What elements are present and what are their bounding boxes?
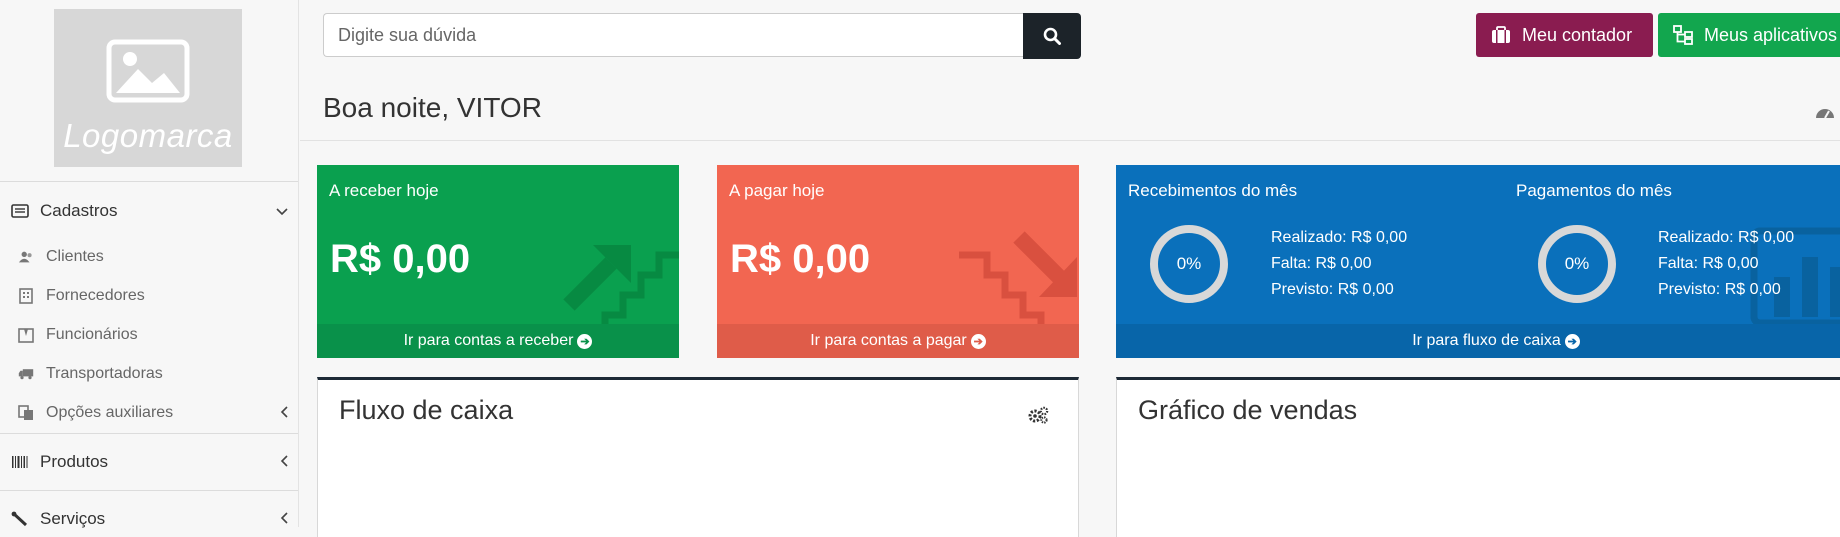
meu-contador-label: Meu contador (1522, 24, 1633, 45)
pagar-hoje-card: A pagar hoje R$ 0,00 Ir para contas a pa… (717, 165, 1079, 358)
users-icon (18, 249, 34, 265)
arrow-circle-right-icon: ➔ (970, 333, 986, 349)
menu-section-produtos[interactable]: Produtos (0, 446, 298, 478)
sidebar-item-label: Opções auxiliares (46, 404, 174, 421)
fluxo-caixa-link[interactable]: Ir para fluxo de caixa ➔ (1116, 324, 1840, 358)
sidebar-item-transportadoras[interactable]: Transportadoras (0, 361, 298, 387)
sidebar-item-label: Clientes (46, 248, 104, 265)
sitemap-icon (1672, 24, 1694, 46)
arrow-circle-right-icon: ➔ (1564, 333, 1580, 349)
meus-aplicativos-label: Meus aplicativos (1704, 24, 1838, 45)
recebimentos-falta: Falta: R$ 0,00 (1271, 255, 1372, 272)
sidebar: Logomarca Cadastros Clientes Fornecedore… (0, 0, 299, 528)
panel-title: Fluxo de caixa (339, 395, 514, 425)
search-bar (323, 13, 1082, 59)
menu-divider (0, 433, 298, 434)
chevron-down-icon (276, 203, 288, 219)
menu-section-label: Cadastros (40, 201, 118, 220)
sidebar-item-clientes[interactable]: Clientes (0, 244, 298, 270)
sidebar-item-label: Funcionários (46, 326, 138, 343)
logo[interactable]: Logomarca (54, 9, 242, 167)
truck-icon (18, 366, 34, 382)
pagamentos-title: Pagamentos do mês (1516, 181, 1672, 200)
menu-section-cadastros[interactable]: Cadastros (0, 195, 298, 227)
suit-icon (18, 327, 34, 343)
sidebar-item-funcionarios[interactable]: Funcionários (0, 322, 298, 348)
sidebar-item-label: Transportadoras (46, 365, 163, 382)
gears-icon[interactable] (1027, 406, 1049, 424)
id-card-icon (11, 204, 29, 218)
menu-section-servicos[interactable]: Serviços (0, 503, 298, 535)
contas-receber-link[interactable]: Ir para contas a receber ➔ (317, 324, 679, 358)
recebimentos-title: Recebimentos do mês (1128, 181, 1298, 200)
card-title: A pagar hoje (729, 181, 825, 200)
fluxo-mes-card: Recebimentos do mês 0% Realizado: R$ 0,0… (1116, 165, 1840, 358)
panel-title: Gráfico de vendas (1138, 395, 1358, 425)
recebimentos-percent: 0% (1176, 254, 1202, 273)
sidebar-item-fornecedores[interactable]: Fornecedores (0, 283, 298, 309)
fluxo-caixa-panel: Fluxo de caixa (317, 377, 1079, 537)
chevron-left-icon (280, 511, 288, 527)
pagamentos-realizado: Realizado: R$ 0,00 (1658, 229, 1795, 246)
meu-contador-button[interactable]: Meu contador (1476, 13, 1653, 57)
menu-section-label: Produtos (40, 452, 109, 471)
chevron-left-icon (280, 405, 288, 421)
search-button[interactable] (1023, 13, 1081, 59)
briefcase-icon (1490, 24, 1512, 46)
recebimentos-previsto: Previsto: R$ 0,00 (1271, 281, 1394, 298)
page-title: Boa noite, VITOR (323, 92, 542, 123)
card-value: R$ 0,00 (330, 237, 471, 281)
menu-section-label: Serviços (40, 509, 106, 528)
link-label: Ir para fluxo de caixa (1412, 332, 1561, 349)
logo-text: Logomarca (63, 117, 233, 154)
menu-divider (0, 490, 298, 491)
menu-divider (0, 181, 298, 182)
pagamentos-percent: 0% (1564, 254, 1590, 273)
pagamentos-previsto: Previsto: R$ 0,00 (1658, 281, 1781, 298)
card-value: R$ 0,00 (730, 237, 871, 281)
link-label: Ir para contas a pagar (810, 332, 967, 349)
header-divider (300, 140, 1840, 141)
image-icon (106, 39, 190, 103)
barcode-icon (11, 455, 29, 469)
sidebar-item-opcoes-auxiliares[interactable]: Opções auxiliares (0, 400, 298, 426)
recebimentos-donut: 0% (1150, 225, 1228, 303)
link-label: Ir para contas a receber (403, 332, 574, 349)
search-icon (1043, 27, 1061, 45)
chevron-left-icon (280, 454, 288, 470)
search-input[interactable] (323, 13, 1023, 57)
card-title: A receber hoje (329, 181, 439, 200)
files-icon (18, 405, 34, 421)
pagamentos-falta: Falta: R$ 0,00 (1658, 255, 1759, 272)
pagamentos-donut: 0% (1538, 225, 1616, 303)
meus-aplicativos-button[interactable]: Meus aplicativos (1658, 13, 1840, 57)
wrench-icon (11, 511, 29, 527)
arrow-circle-right-icon: ➔ (577, 333, 593, 349)
receber-hoje-card: A receber hoje R$ 0,00 Ir para contas a … (317, 165, 679, 358)
sidebar-item-label: Fornecedores (46, 287, 145, 304)
grafico-vendas-panel: Gráfico de vendas (1116, 377, 1840, 537)
dashboard-icon[interactable] (1815, 105, 1835, 119)
recebimentos-realizado: Realizado: R$ 0,00 (1271, 229, 1408, 246)
contas-pagar-link[interactable]: Ir para contas a pagar ➔ (717, 324, 1079, 358)
building-icon (18, 288, 34, 304)
